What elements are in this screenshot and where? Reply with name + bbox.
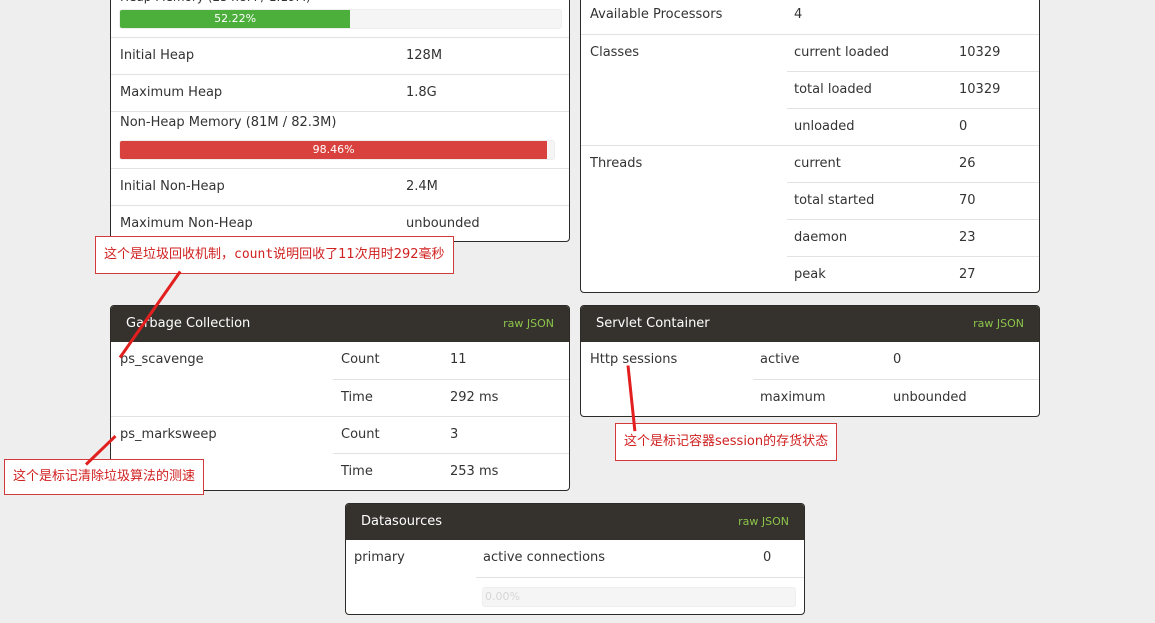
threads-daemon-label: daemon xyxy=(794,230,848,245)
initial-nonheap-value: 2.4M xyxy=(406,179,438,194)
nonheap-usage-percent: 98.46% xyxy=(312,143,355,156)
sessions-active-value: 0 xyxy=(893,352,902,367)
datasources-raw-json-link[interactable]: raw JSON xyxy=(738,504,789,540)
classes-total-label: total loaded xyxy=(794,82,872,97)
sessions-active-row: active 0 xyxy=(753,342,1039,379)
gc-panel-header: Garbage Collection raw JSON xyxy=(111,306,569,342)
servlet-panel: Servlet Container raw JSON Http sessions… xyxy=(580,305,1040,417)
datasource-connections-row: active connections 0 xyxy=(476,540,804,577)
max-heap-value: 1.8G xyxy=(406,85,437,100)
datasources-panel: Datasources raw JSON primary active conn… xyxy=(345,503,805,615)
initial-nonheap-row: Initial Non-Heap 2.4M xyxy=(111,168,569,205)
sessions-max-label: maximum xyxy=(760,390,826,405)
gc-scavenge-time-value: 292 ms xyxy=(450,390,499,405)
classes-unloaded-row: unloaded 0 xyxy=(787,108,1039,145)
datasource-name: primary xyxy=(354,550,405,565)
marksweep-annotation: 这个是标记清除垃圾算法的测速 xyxy=(4,459,205,495)
gc-count-annotation-code: count xyxy=(234,247,274,262)
threads-label: Threads xyxy=(590,156,643,171)
heap-usage-bar: 52.22% xyxy=(119,9,562,29)
session-annotation-text: 这个是标记容器session的存货状态 xyxy=(624,434,829,449)
heap-usage-fill: 52.22% xyxy=(120,10,351,28)
initial-heap-value: 128M xyxy=(406,48,443,63)
gc-scavenge-count-label: Count xyxy=(341,352,380,367)
gc-marksweep-count-row: Count 3 xyxy=(333,416,569,453)
datasources-panel-title: Datasources xyxy=(361,514,442,529)
memory-panel: Heap Memory (254.8M / 1.19M) 52.22% Init… xyxy=(110,0,570,242)
classes-current-label: current loaded xyxy=(794,45,890,60)
nonheap-row: Non-Heap Memory (81M / 82.3M) 98.46% xyxy=(111,111,569,168)
gc-scavenge-name: ps_scavenge xyxy=(120,352,204,367)
datasource-usage-bar: 0.00% xyxy=(482,587,796,607)
servlet-raw-json-link[interactable]: raw JSON xyxy=(973,306,1024,342)
classes-current-value: 10329 xyxy=(959,45,1001,60)
processors-row: Available Processors 4 xyxy=(581,0,1039,34)
datasource-connections-value: 0 xyxy=(763,550,772,565)
gc-marksweep-count-label: Count xyxy=(341,427,380,442)
nonheap-usage-fill: 98.46% xyxy=(120,141,548,159)
threads-peak-label: peak xyxy=(794,267,826,282)
gc-marksweep-name: ps_marksweep xyxy=(120,427,217,442)
threads-current-row: current 26 xyxy=(787,145,1039,182)
threads-current-label: current xyxy=(794,156,841,171)
sessions-max-value: unbounded xyxy=(893,390,967,405)
threads-peak-value: 27 xyxy=(959,267,976,282)
datasources-panel-header: Datasources raw JSON xyxy=(346,504,804,540)
servlet-panel-header: Servlet Container raw JSON xyxy=(581,306,1039,342)
threads-started-label: total started xyxy=(794,193,875,208)
threads-started-row: total started 70 xyxy=(787,182,1039,219)
gc-count-annotation-text-1: 这个是垃圾回收机制， xyxy=(104,247,235,262)
gc-scavenge-time-label: Time xyxy=(341,390,373,405)
threads-current-value: 26 xyxy=(959,156,976,171)
sessions-label: Http sessions xyxy=(590,352,678,367)
gc-scavenge-count-row: Count 11 xyxy=(333,342,569,379)
classes-unloaded-value: 0 xyxy=(959,119,968,134)
classes-label: Classes xyxy=(590,45,639,60)
gc-scavenge-time-row: Time 292 ms xyxy=(333,379,569,416)
servlet-panel-title: Servlet Container xyxy=(596,316,710,331)
processors-label: Available Processors xyxy=(590,7,723,22)
nonheap-memory-label: Non-Heap Memory (81M / 82.3M) xyxy=(120,115,337,130)
gc-scavenge-count-value: 11 xyxy=(450,352,467,367)
threads-daemon-row: daemon 23 xyxy=(787,219,1039,256)
threads-peak-row: peak 27 xyxy=(787,256,1039,292)
marksweep-annotation-text: 这个是标记清除垃圾算法的测速 xyxy=(13,469,196,484)
gc-raw-json-link[interactable]: raw JSON xyxy=(503,306,554,342)
threads-started-value: 70 xyxy=(959,193,976,208)
gc-marksweep-time-label: Time xyxy=(341,464,373,479)
initial-nonheap-label: Initial Non-Heap xyxy=(120,179,225,194)
heap-usage-percent: 52.22% xyxy=(214,12,257,25)
gc-marksweep-time-value: 253 ms xyxy=(450,464,499,479)
sessions-active-label: active xyxy=(760,352,800,367)
gc-marksweep-time-row: Time 253 ms xyxy=(333,453,569,490)
datasource-connections-label: active connections xyxy=(483,550,606,565)
gc-marksweep-count-value: 3 xyxy=(450,427,459,442)
datasource-usage-percent: 0.00% xyxy=(485,590,520,603)
nonheap-usage-bar: 98.46% xyxy=(119,140,555,160)
threads-daemon-value: 23 xyxy=(959,230,976,245)
initial-heap-label: Initial Heap xyxy=(120,48,195,63)
classes-current-row: current loaded 10329 xyxy=(787,34,1039,71)
gc-count-annotation-text-2: 说明回收了11次用时292毫秒 xyxy=(273,247,445,262)
classes-total-row: total loaded 10329 xyxy=(787,71,1039,108)
jvm-panel: Available Processors 4 Classes current l… xyxy=(580,0,1040,293)
sessions-max-row: maximum unbounded xyxy=(753,379,1039,416)
gc-count-annotation: 这个是垃圾回收机制，count说明回收了11次用时292毫秒 xyxy=(95,236,454,274)
classes-unloaded-label: unloaded xyxy=(794,119,855,134)
processors-value: 4 xyxy=(794,7,803,22)
session-annotation: 这个是标记容器session的存货状态 xyxy=(615,423,838,461)
classes-total-value: 10329 xyxy=(959,82,1001,97)
initial-heap-row: Initial Heap 128M xyxy=(111,37,569,74)
datasource-usage-row: 0.00% xyxy=(476,577,804,614)
